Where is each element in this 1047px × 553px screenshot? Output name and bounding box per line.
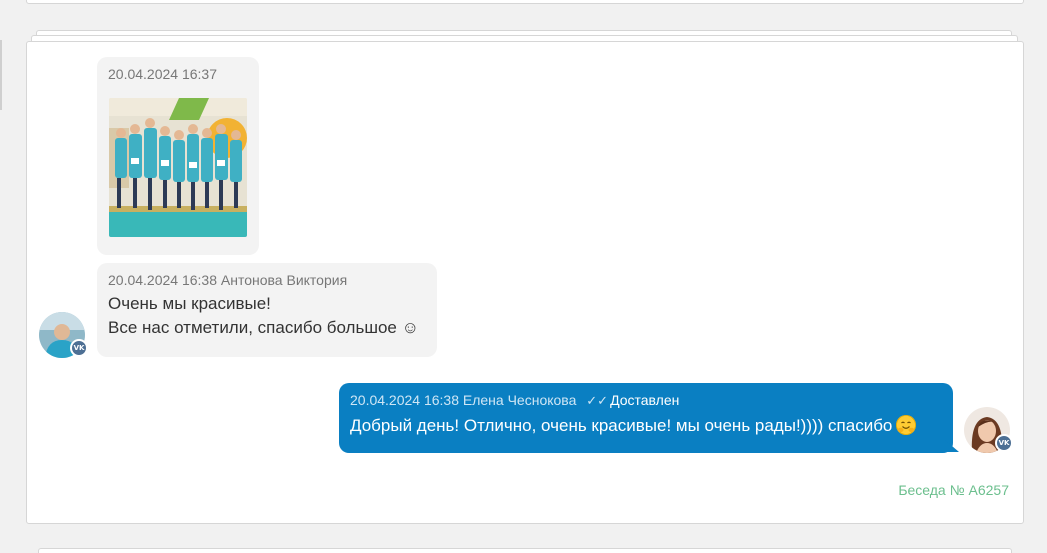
message-author: Антонова Виктория bbox=[220, 272, 348, 288]
message-meta: 20.04.2024 16:38 Антонова Виктория bbox=[108, 271, 426, 289]
previous-card-edge bbox=[26, 0, 1024, 4]
message-meta: 20.04.2024 16:38 Елена Чеснокова ✓✓ Доста… bbox=[350, 391, 942, 410]
message-text-row: Добрый день! Отлично, очень красивые! мы… bbox=[350, 414, 942, 438]
conversation-number-link[interactable]: Беседа № А6257 bbox=[898, 482, 1009, 498]
left-divider bbox=[0, 40, 2, 110]
vk-icon: VK bbox=[995, 434, 1013, 452]
message-timestamp: 20.04.2024 16:38 bbox=[108, 272, 217, 288]
message-bubble-incoming: 20.04.2024 16:38 Антонова Виктория Очень… bbox=[97, 263, 437, 357]
double-check-icon: ✓✓ bbox=[586, 393, 609, 408]
bubble-tail bbox=[945, 440, 959, 452]
message-author: Елена Чеснокова bbox=[462, 392, 577, 408]
photo-attachment[interactable] bbox=[109, 98, 247, 237]
message-text-line: Все нас отметили, спасибо большое ☺ bbox=[108, 318, 419, 337]
message-bubble-outgoing: 20.04.2024 16:38 Елена Чеснокова ✓✓ Доста… bbox=[339, 383, 953, 453]
message-timestamp: 20.04.2024 16:37 bbox=[108, 66, 217, 82]
message-bubble-incoming: 20.04.2024 16:37 bbox=[97, 57, 259, 255]
next-card-edge bbox=[38, 548, 1012, 553]
message-timestamp: 20.04.2024 16:38 bbox=[350, 392, 459, 408]
message-text: Добрый день! Отлично, очень красивые! мы… bbox=[350, 416, 893, 435]
message-text-line: Очень мы красивые! bbox=[108, 294, 271, 313]
vk-icon: VK bbox=[70, 339, 88, 357]
delivery-status: Доставлен bbox=[610, 392, 680, 408]
hugging-face-emoji-icon bbox=[896, 415, 917, 435]
